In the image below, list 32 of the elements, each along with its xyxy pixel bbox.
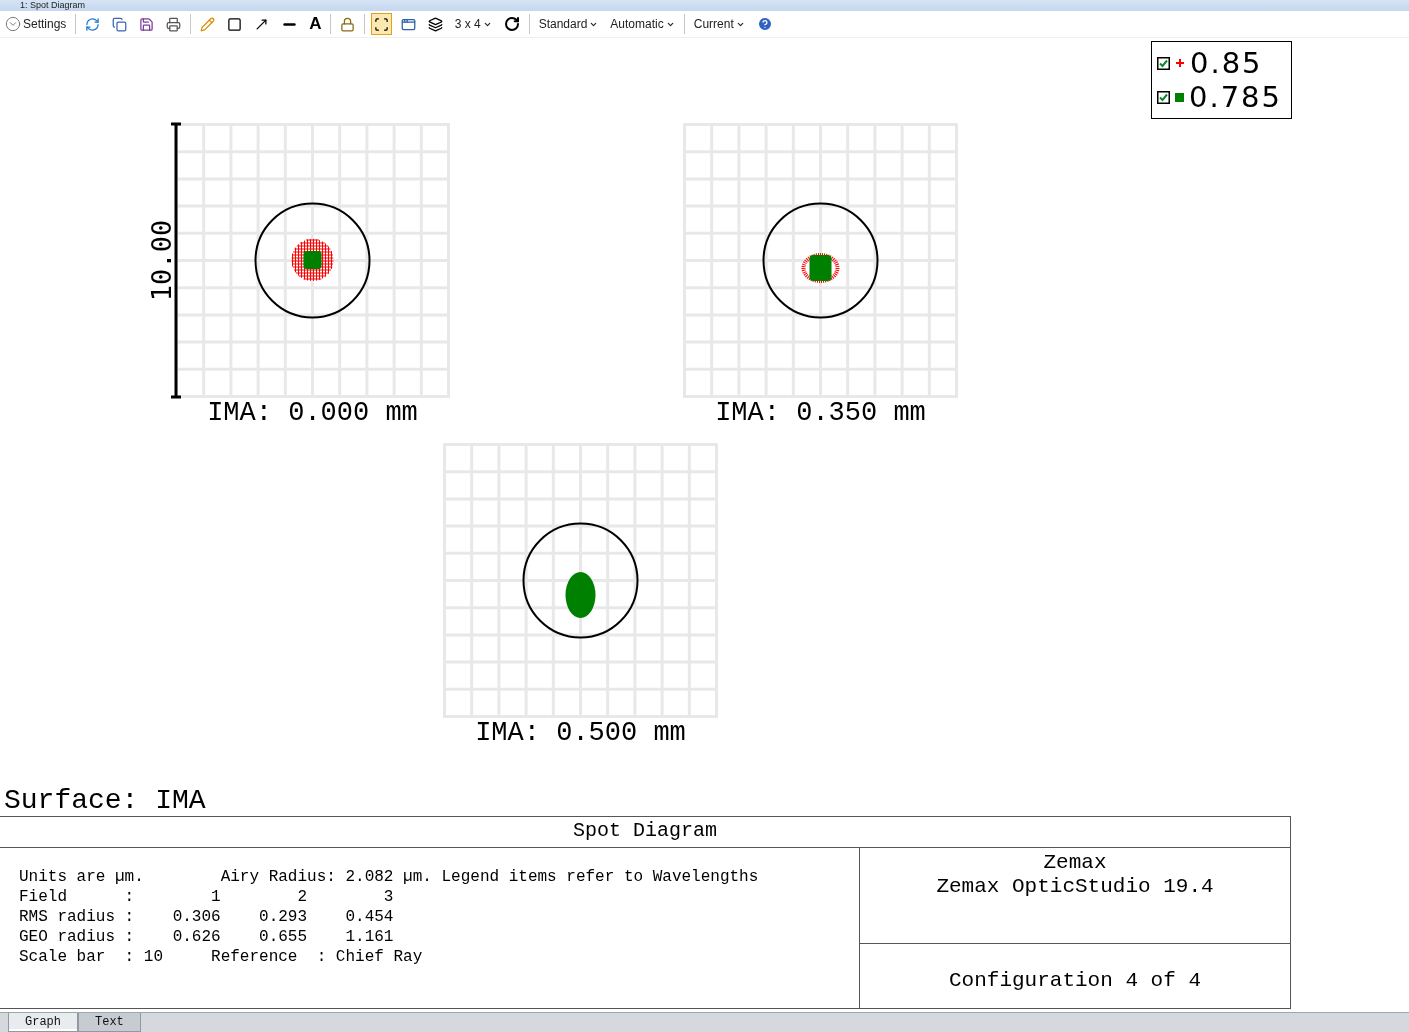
wavelength-label: 0.85	[1190, 46, 1263, 80]
chevron-icon	[5, 16, 21, 32]
product-name: Zemax OpticStudio 19.4	[936, 875, 1214, 899]
company-name: Zemax	[1043, 851, 1107, 875]
checkbox[interactable]	[1157, 56, 1170, 70]
wavelength-label: 0.785	[1189, 80, 1283, 114]
info-line: GEO radius : 0.626 0.655 1.161	[19, 927, 395, 947]
info-line: RMS radius : 0.306 0.293 0.454	[19, 907, 395, 927]
settings-button[interactable]: Settings	[2, 13, 70, 35]
field-label: IMA: 0.350 mm	[715, 398, 926, 428]
scale-label: 10.00	[146, 219, 177, 302]
info-line: Scale bar : 10 Reference : Chief Ray	[19, 947, 424, 967]
info-line: Field : 1 2 3	[19, 887, 395, 907]
configuration-label: Configuration 4 of 4	[948, 968, 1201, 992]
spot-drawing	[565, 572, 596, 618]
text-tool[interactable]: A	[307, 14, 324, 34]
window-title: 1: Spot Diagram	[0, 0, 1409, 11]
toolbar-dropdown[interactable]: Automatic	[607, 13, 678, 35]
field-label: IMA: 0.000 mm	[207, 398, 418, 428]
checkbox[interactable]	[1157, 90, 1170, 104]
tab[interactable]: Text	[78, 1013, 141, 1032]
fit-icon[interactable]	[370, 13, 392, 35]
info-line: Units are µm. Airy Radius: 2.082 µm. Legend items refer to Wavelengths	[19, 867, 760, 887]
toolbar-dropdown[interactable]: Current	[690, 13, 748, 35]
field-label: IMA: 0.500 mm	[475, 718, 686, 748]
tab[interactable]: Graph	[8, 1013, 78, 1032]
layout-dropdown[interactable]: 3 x 4	[451, 13, 495, 35]
spot-drawing	[291, 238, 334, 282]
surface-label: Surface: IMA	[3, 786, 207, 816]
spot-drawing	[801, 253, 840, 283]
toolbar-dropdown[interactable]: Standard	[535, 13, 602, 35]
table-title: Spot Diagram	[0, 817, 1290, 848]
